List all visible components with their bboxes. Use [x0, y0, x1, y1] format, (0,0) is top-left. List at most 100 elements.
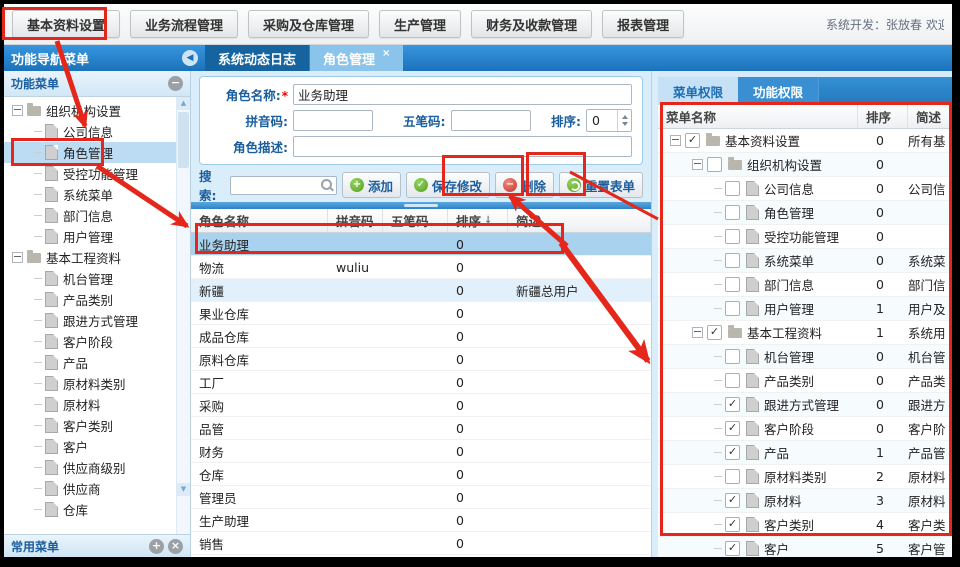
column-header-3[interactable]: 排序↓ [448, 209, 508, 232]
collapse-section-icon[interactable]: − [168, 76, 183, 91]
scroll-down-icon[interactable]: ▼ [177, 483, 190, 496]
sidebar-tree-item-5[interactable]: 部门信息 [4, 205, 190, 226]
permission-row-15[interactable]: ✓原材料3原材料 [658, 489, 952, 513]
permission-row-17[interactable]: ✓客户5客户管 [658, 537, 952, 557]
horizontal-splitter[interactable] [191, 202, 651, 209]
sidebar-tree-item-12[interactable]: 产品 [4, 352, 190, 373]
checkbox[interactable] [707, 157, 722, 172]
toolbar-button-2[interactable]: −删除 [495, 172, 554, 198]
sidebar-tree-item-15[interactable]: 客户类别 [4, 415, 190, 436]
sidebar-scrollbar[interactable]: ▲ ▼ [176, 97, 190, 534]
role-row-6[interactable]: 工厂0 [191, 371, 651, 394]
sort-spinner[interactable]: 0 [586, 109, 632, 132]
role-row-4[interactable]: 成品仓库0 [191, 325, 651, 348]
checkbox[interactable] [725, 181, 740, 196]
column-header-2[interactable]: 五笔码 [383, 209, 448, 232]
sidebar-tree-item-13[interactable]: 原材料类别 [4, 373, 190, 394]
permission-row-14[interactable]: 原材料类别2原材料 [658, 465, 952, 489]
spinner-arrows-icon[interactable] [617, 110, 631, 131]
sidebar-tree-item-6[interactable]: 用户管理 [4, 226, 190, 247]
top-menu-item-0[interactable]: 基本资料设置 [12, 10, 120, 38]
main-tab-1[interactable]: 角色管理× [310, 45, 403, 71]
role-row-1[interactable]: 物流wuliu0 [191, 256, 651, 279]
wubi-input[interactable] [451, 110, 531, 131]
top-menu-item-2[interactable]: 采购及仓库管理 [248, 10, 369, 38]
role-row-5[interactable]: 原料仓库0 [191, 348, 651, 371]
top-menu-item-3[interactable]: 生产管理 [379, 10, 461, 38]
collapse-node-icon[interactable] [692, 159, 703, 170]
sidebar-tree-item-4[interactable]: 系统菜单 [4, 184, 190, 205]
toolbar-button-3[interactable]: 重置表单 [559, 172, 643, 198]
sidebar-tree-item-8[interactable]: 机台管理 [4, 268, 190, 289]
sidebar-collapse-button[interactable]: ◀ [182, 50, 198, 66]
sidebar-tree-item-0[interactable]: 组织机构设置 [4, 100, 190, 121]
permission-row-4[interactable]: 受控功能管理0 [658, 225, 952, 249]
checkbox-checked[interactable]: ✓ [725, 517, 740, 532]
role-row-12[interactable]: 生产助理0 [191, 509, 651, 532]
top-menu-item-1[interactable]: 业务流程管理 [130, 10, 238, 38]
sidebar-tree-item-19[interactable]: 仓库 [4, 499, 190, 520]
perm-column-header-0[interactable]: 菜单名称 [658, 105, 858, 128]
sidebar-tree-item-9[interactable]: 产品类别 [4, 289, 190, 310]
close-circle-icon[interactable]: × [168, 539, 183, 554]
common-menu-bar[interactable]: 常用菜单 + × [4, 534, 190, 557]
permission-row-12[interactable]: ✓客户阶段0客户阶 [658, 417, 952, 441]
role-row-0[interactable]: 业务助理0 [191, 233, 651, 256]
collapse-node-icon[interactable] [12, 105, 23, 116]
column-header-4[interactable]: 简述 [508, 209, 651, 232]
permission-row-9[interactable]: 机台管理0机台管 [658, 345, 952, 369]
collapse-node-icon[interactable] [670, 135, 681, 146]
permission-row-6[interactable]: 部门信息0部门信 [658, 273, 952, 297]
role-row-8[interactable]: 品管0 [191, 417, 651, 440]
permission-row-10[interactable]: 产品类别0产品类 [658, 369, 952, 393]
top-menu-item-4[interactable]: 财务及收款管理 [471, 10, 592, 38]
add-circle-icon[interactable]: + [149, 539, 164, 554]
sidebar-tree-item-10[interactable]: 跟进方式管理 [4, 310, 190, 331]
collapse-node-icon[interactable] [692, 327, 703, 338]
role-desc-input[interactable] [293, 136, 632, 157]
column-header-1[interactable]: 拼音码 [328, 209, 383, 232]
permission-tab-1[interactable]: 功能权限 [738, 77, 819, 105]
sidebar-tree-item-18[interactable]: 供应商 [4, 478, 190, 499]
permission-row-13[interactable]: ✓产品1产品管 [658, 441, 952, 465]
sidebar-tree-item-16[interactable]: 客户 [4, 436, 190, 457]
checkbox-checked[interactable]: ✓ [725, 541, 740, 556]
checkbox[interactable] [725, 229, 740, 244]
checkbox[interactable] [725, 469, 740, 484]
checkbox[interactable] [725, 253, 740, 268]
role-row-10[interactable]: 仓库0 [191, 463, 651, 486]
perm-column-header-1[interactable]: 排序 [858, 105, 908, 128]
permission-row-0[interactable]: ✓基本资料设置0所有基 [658, 129, 952, 153]
checkbox[interactable] [725, 277, 740, 292]
perm-column-header-2[interactable]: 简述 [908, 105, 952, 128]
top-menu-item-5[interactable]: 报表管理 [602, 10, 684, 38]
checkbox-checked[interactable]: ✓ [685, 133, 700, 148]
checkbox-checked[interactable]: ✓ [725, 445, 740, 460]
permission-row-8[interactable]: ✓基本工程资料1系统用 [658, 321, 952, 345]
checkbox[interactable] [725, 373, 740, 388]
role-row-2[interactable]: 新疆0新疆总用户 [191, 279, 651, 302]
sidebar-tree-item-14[interactable]: 原材料 [4, 394, 190, 415]
column-header-0[interactable]: 角色名称 [191, 209, 328, 232]
permission-row-11[interactable]: ✓跟进方式管理0跟进方 [658, 393, 952, 417]
checkbox-checked[interactable]: ✓ [725, 493, 740, 508]
sidebar-tree-item-2[interactable]: 角色管理 [4, 142, 190, 163]
sidebar-tree-item-3[interactable]: 受控功能管理 [4, 163, 190, 184]
checkbox-checked[interactable]: ✓ [725, 421, 740, 436]
permission-row-16[interactable]: ✓客户类别4客户类 [658, 513, 952, 537]
toolbar-button-0[interactable]: +添加 [342, 172, 401, 198]
checkbox[interactable] [725, 349, 740, 364]
role-row-9[interactable]: 财务0 [191, 440, 651, 463]
role-row-3[interactable]: 果业仓库0 [191, 302, 651, 325]
checkbox-checked[interactable]: ✓ [725, 397, 740, 412]
permission-row-2[interactable]: 公司信息0公司信 [658, 177, 952, 201]
sidebar-tree-item-11[interactable]: 客户阶段 [4, 331, 190, 352]
permission-row-7[interactable]: 用户管理1用户及 [658, 297, 952, 321]
sidebar-tree-item-7[interactable]: 基本工程资料 [4, 247, 190, 268]
collapse-node-icon[interactable] [12, 252, 23, 263]
role-row-13[interactable]: 销售0 [191, 532, 651, 555]
main-tab-0[interactable]: 系统动态日志 [205, 45, 310, 71]
sidebar-tree-item-17[interactable]: 供应商级别 [4, 457, 190, 478]
scrollbar-thumb[interactable] [178, 112, 189, 168]
permission-tab-0[interactable]: 菜单权限 [658, 77, 738, 105]
